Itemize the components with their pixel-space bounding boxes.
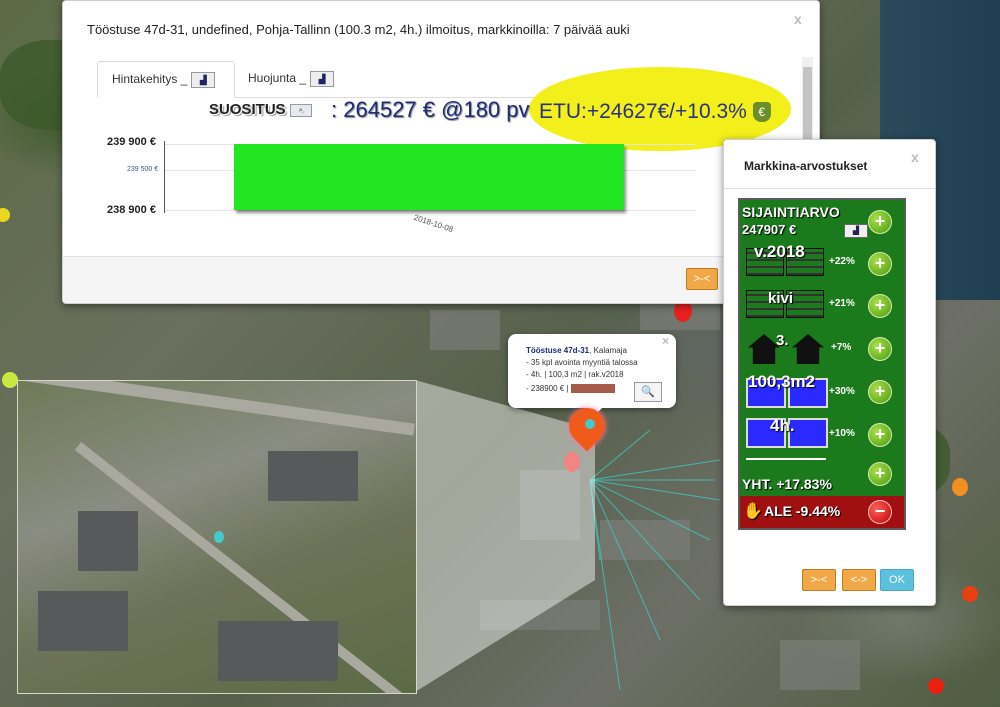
- search-icon[interactable]: ⌕: [289, 103, 312, 117]
- valuation-window: Markkina-arvostukset x SIJAINTIARVO 2479…: [723, 139, 936, 606]
- y-tick-label: 239 500 €: [127, 166, 159, 173]
- price-bar: [570, 384, 615, 394]
- recommended-price: : 264527 € @180 pv: [331, 97, 530, 123]
- sijainti-label: SIJAINTIARVO: [742, 204, 840, 220]
- tab-label: Hintakehitys: [112, 72, 178, 86]
- valuation-panel: SIJAINTIARVO 247907 € ▟ + v.2018 +22% + …: [738, 198, 906, 530]
- building: [218, 621, 338, 681]
- house-icon: [792, 334, 824, 364]
- add-button[interactable]: +: [868, 423, 892, 447]
- chart-icon: ▟: [191, 71, 216, 88]
- x-tick-label: 2018-10-08: [412, 212, 455, 235]
- row-pct: +30%: [829, 386, 855, 397]
- row-label: v.2018: [754, 242, 805, 261]
- suositus-label: SUOSITUS ⌕: [209, 101, 312, 118]
- y-tick-label: 238 900 €: [107, 204, 156, 216]
- popup-title[interactable]: Tööstuse 47d-31: [526, 346, 589, 355]
- collapse-button[interactable]: >-<: [802, 569, 836, 591]
- popup-area: , Kalamaja: [589, 346, 627, 355]
- ok-button[interactable]: OK: [880, 569, 914, 591]
- divider: [724, 188, 935, 189]
- tab-hintakehitys[interactable]: Hintakehitys _ ▟: [97, 61, 235, 98]
- sum-divider: [746, 458, 826, 460]
- window-title: Tööstuse 47d-31, undefined, Pohja-Tallin…: [87, 22, 630, 37]
- row-pct: +21%: [829, 298, 855, 309]
- window-footer: >-<: [63, 256, 819, 303]
- road: [19, 381, 415, 436]
- expand-button[interactable]: <->: [842, 569, 876, 591]
- discount-row: ✋ ALE -9.44% −: [740, 496, 904, 528]
- add-button[interactable]: +: [868, 294, 892, 318]
- collapse-button[interactable]: >-<: [686, 268, 718, 290]
- add-button[interactable]: +: [868, 252, 892, 276]
- add-button[interactable]: +: [868, 337, 892, 361]
- popup-close-button[interactable]: ×: [662, 334, 669, 348]
- window-title: Markkina-arvostukset: [744, 159, 868, 173]
- tab-huojunta[interactable]: Huojunta _ ▟: [234, 61, 348, 96]
- remove-button[interactable]: −: [868, 500, 892, 524]
- row-pct: +10%: [829, 428, 855, 439]
- chart-icon: ▟: [310, 70, 335, 87]
- total-label: YHT. +17.83%: [742, 476, 832, 492]
- add-button[interactable]: +: [868, 380, 892, 404]
- close-button[interactable]: x: [911, 149, 919, 165]
- price-history-window: Tööstuse 47d-31, undefined, Pohja-Tallin…: [62, 0, 820, 304]
- popup-line: - 4h. | 100,3 m2 | rak.v2018: [526, 370, 624, 379]
- add-button[interactable]: +: [868, 462, 892, 486]
- add-button[interactable]: +: [868, 210, 892, 234]
- building: [78, 511, 138, 571]
- money-bag-icon: €: [752, 102, 771, 123]
- magnifier-icon[interactable]: 🔍: [634, 382, 662, 402]
- building: [268, 451, 358, 501]
- etu-text: ETU:+24627€/+10.3%: [539, 100, 747, 123]
- row-label: 4h.: [770, 416, 795, 435]
- row-label: 100,3m2: [748, 372, 816, 391]
- inset-marker: [214, 531, 224, 543]
- chart-bar[interactable]: [234, 144, 624, 210]
- grid-line: [165, 210, 695, 211]
- chart-icon[interactable]: ▟: [844, 224, 868, 238]
- y-tick-label: 239 900 €: [107, 136, 156, 148]
- row-label: 3.: [776, 332, 789, 349]
- sijainti-value: 247907 €: [742, 222, 797, 237]
- zoom-inset[interactable]: [17, 380, 417, 694]
- row-label: kivi: [768, 290, 794, 307]
- building: [38, 591, 128, 651]
- marker-center: [585, 419, 595, 429]
- tab-label: Huojunta: [248, 71, 297, 85]
- y-axis: [164, 141, 165, 213]
- popup-line: - 35 kpl avointa myyntiä talossa: [526, 358, 638, 367]
- row-pct: +7%: [831, 342, 852, 353]
- discount-label: ALE -9.44%: [764, 503, 841, 519]
- close-button[interactable]: x: [794, 11, 802, 27]
- hand-icon: ✋: [743, 503, 763, 520]
- suositus-text: SUOSITUS: [209, 101, 286, 118]
- row-pct: +22%: [829, 256, 855, 267]
- etu-advantage: ETU:+24627€/+10.3% €: [539, 100, 771, 124]
- property-popup: × Tööstuse 47d-31, Kalamaja - 35 kpl avo…: [508, 334, 676, 416]
- recommended-value: 264527 € @180 pv: [343, 97, 530, 122]
- popup-line: - 238900 € |: [526, 384, 569, 393]
- suositus-separator: :: [331, 97, 338, 122]
